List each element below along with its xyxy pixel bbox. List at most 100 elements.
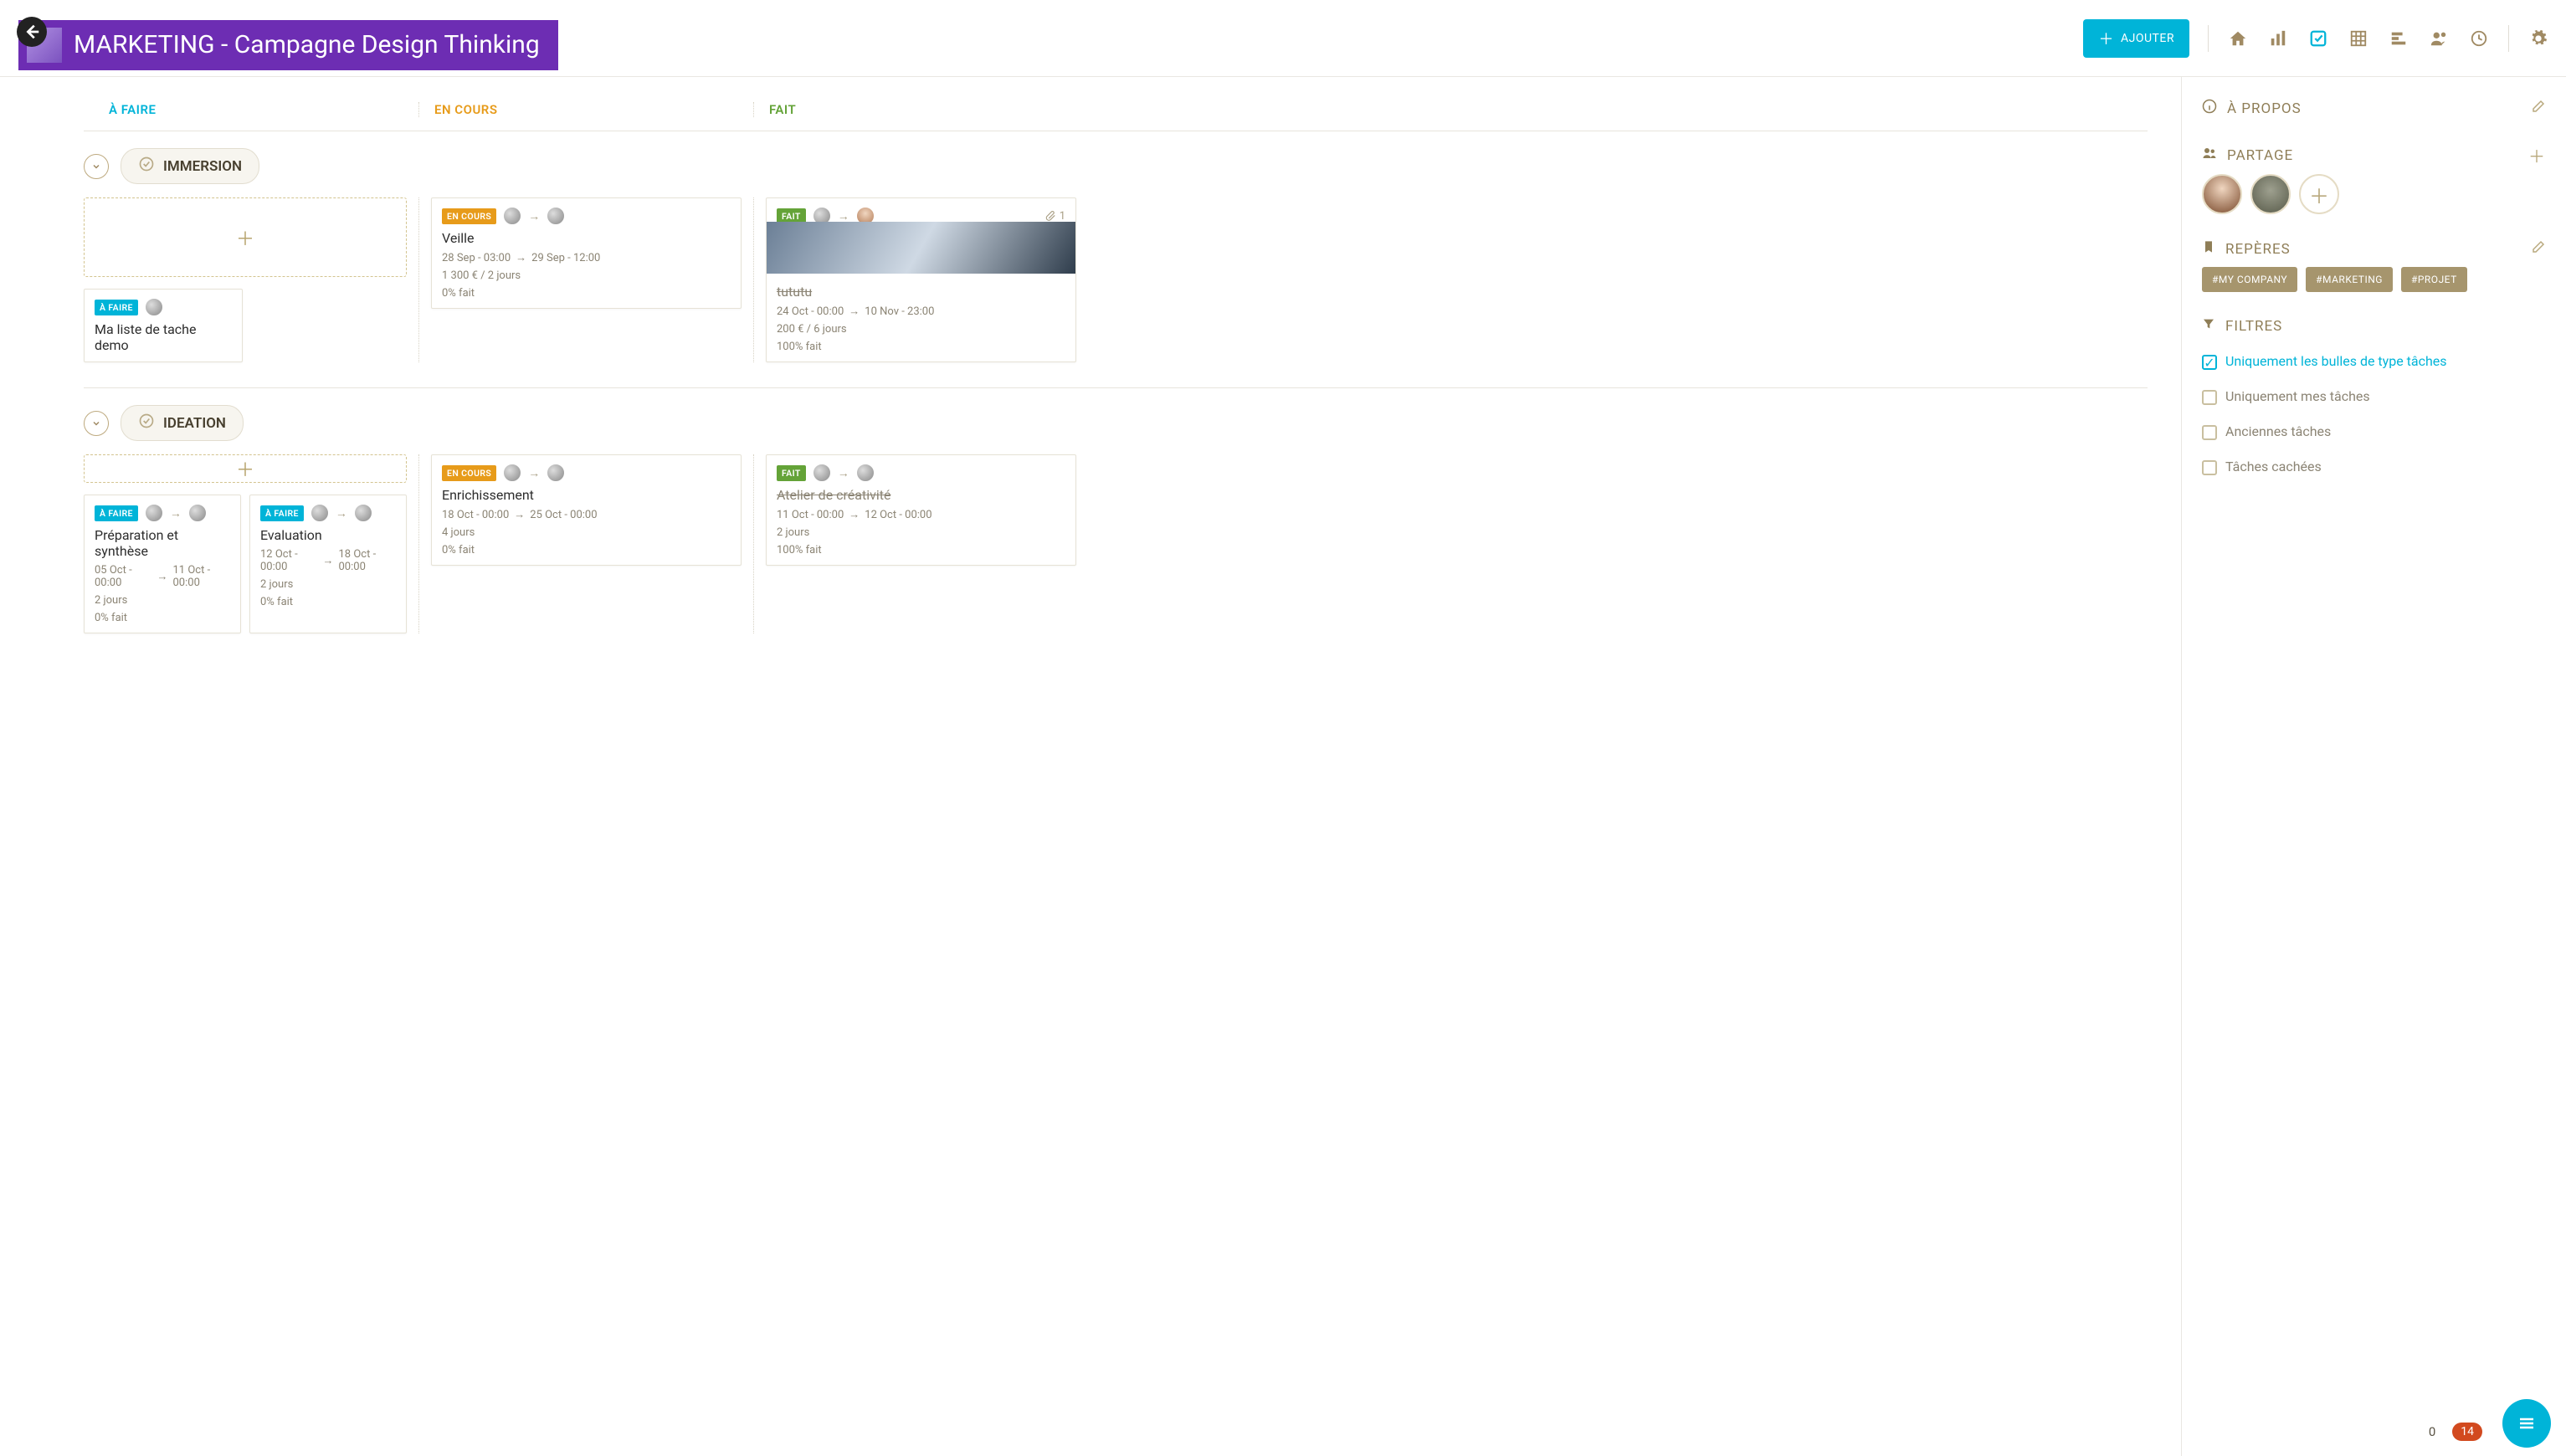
avatar — [503, 207, 521, 225]
shared-user-avatar[interactable] — [2250, 174, 2291, 214]
checkbox-icon — [2202, 390, 2217, 405]
filter-option[interactable]: Anciennes tâches — [2202, 423, 2546, 440]
card-row: À FAIRE → Préparation et synthèse 05 Oct… — [84, 495, 407, 633]
card-duration: 2 jours — [777, 526, 1065, 539]
section-share: PARTAGE ＋ ＋ — [2202, 143, 2546, 214]
avatar — [188, 504, 207, 522]
info-icon — [2202, 99, 2217, 118]
add-button[interactable]: ＋ AJOUTER — [2083, 19, 2189, 58]
people-icon — [2202, 146, 2217, 165]
stats-icon[interactable] — [2267, 28, 2289, 49]
attachment-count: 1 — [1060, 210, 1065, 223]
filter-option[interactable]: Tâches cachées — [2202, 459, 2546, 475]
checkbox-icon: ✓ — [2202, 355, 2217, 370]
task-card[interactable]: FAIT → 1 tututu 24 Oct - 00: — [766, 197, 1076, 362]
timeline-icon[interactable] — [2468, 28, 2490, 49]
lane-col-doing: EN COURS → Enrichissement 18 Oct - 00:00… — [418, 454, 753, 633]
card-header: À FAIRE → — [95, 504, 230, 522]
task-card[interactable]: EN COURS → Enrichissement 18 Oct - 00:00… — [431, 454, 742, 566]
add-share-button[interactable]: ＋ — [2299, 174, 2339, 214]
status-badge: À FAIRE — [260, 505, 304, 521]
swimlane-immersion: IMMERSION ＋ À FAIRE Ma liste de tache de… — [84, 131, 2148, 388]
content: À FAIRE EN COURS FAIT IMMERSION — [0, 77, 2566, 1456]
column-header-todo[interactable]: À FAIRE — [84, 102, 418, 117]
add-card-button[interactable]: ＋ — [84, 454, 407, 483]
gantt-icon[interactable] — [2388, 28, 2409, 49]
edit-icon[interactable] — [2531, 99, 2546, 118]
avatar — [503, 464, 521, 482]
tasks-icon[interactable] — [2307, 28, 2329, 49]
lane-col-done: FAIT → Atelier de créativité 11 Oct - 00… — [753, 454, 1088, 633]
card-progress: 0% fait — [95, 612, 230, 624]
card-title: Ma liste de tache demo — [95, 321, 232, 353]
filter-option[interactable]: ✓ Uniquement les bulles de type tâches — [2202, 353, 2546, 370]
project-banner[interactable]: MARKETING - Campagne Design Thinking — [18, 20, 558, 70]
add-share-icon[interactable]: ＋ — [2528, 143, 2546, 167]
project-title: MARKETING - Campagne Design Thinking — [74, 30, 540, 59]
arrow-right-icon: → — [170, 506, 182, 520]
tag[interactable]: #MARKETING — [2306, 267, 2393, 292]
gear-icon[interactable] — [2528, 28, 2549, 49]
lane-pill[interactable]: IDEATION — [121, 405, 244, 441]
lane-name: IDEATION — [163, 415, 226, 432]
card-title: Atelier de créativité — [777, 487, 1065, 503]
arrow-right-icon: → — [838, 466, 849, 480]
avatar — [310, 504, 329, 522]
arrow-right-icon: → — [157, 570, 168, 583]
date-to: 11 Oct - 00:00 — [173, 564, 231, 589]
home-icon[interactable] — [2227, 28, 2249, 49]
card-dates: 18 Oct - 00:00 → 25 Oct - 00:00 — [442, 508, 731, 521]
notification-badge[interactable]: 14 — [2452, 1423, 2482, 1441]
lane-pill[interactable]: IMMERSION — [121, 148, 259, 184]
people-icon[interactable] — [2428, 28, 2450, 49]
filter-option[interactable]: Uniquement mes tâches — [2202, 388, 2546, 405]
arrow-right-icon: → — [323, 554, 334, 567]
task-card[interactable]: EN COURS → Veille 28 Sep - 03:00 → 29 Se… — [431, 197, 742, 309]
check-circle-icon — [138, 413, 155, 433]
section-title: FILTRES — [2225, 318, 2282, 335]
task-card[interactable]: FAIT → Atelier de créativité 11 Oct - 00… — [766, 454, 1076, 566]
tag[interactable]: #MY COMPANY — [2202, 267, 2297, 292]
share-avatars: ＋ — [2202, 174, 2546, 214]
fab-menu-button[interactable] — [2502, 1399, 2551, 1448]
lane-name: IMMERSION — [163, 158, 242, 175]
add-card-button[interactable]: ＋ — [84, 197, 407, 277]
card-progress: 0% fait — [260, 596, 396, 608]
edit-icon[interactable] — [2531, 239, 2546, 259]
back-button[interactable] — [17, 17, 47, 47]
header-actions: ＋ AJOUTER — [2083, 19, 2549, 58]
swimlane-ideation: IDEATION ＋ À FAIRE → — [84, 388, 2148, 659]
column-header-doing[interactable]: EN COURS — [418, 102, 753, 117]
section-about: À PROPOS — [2202, 99, 2546, 118]
status-badge: À FAIRE — [95, 505, 138, 521]
card-duration: 2 jours — [95, 594, 230, 607]
tag[interactable]: #PROJET — [2401, 267, 2467, 292]
status-badge: FAIT — [777, 465, 806, 481]
filter-label: Tâches cachées — [2225, 459, 2322, 474]
date-to: 12 Oct - 00:00 — [865, 509, 931, 521]
task-card[interactable]: À FAIRE → Préparation et synthèse 05 Oct… — [84, 495, 241, 633]
section-header: PARTAGE ＋ — [2202, 143, 2546, 167]
filter-label: Uniquement mes tâches — [2225, 388, 2370, 404]
grid-icon[interactable] — [2348, 28, 2369, 49]
section-title: PARTAGE — [2227, 147, 2293, 164]
lane-collapse-button[interactable] — [84, 411, 109, 436]
card-header: À FAIRE — [95, 298, 232, 316]
status-badge: EN COURS — [442, 208, 496, 224]
tags-list: #MY COMPANY #MARKETING #PROJET — [2202, 267, 2546, 292]
section-filters: FILTRES ✓ Uniquement les bulles de type … — [2202, 317, 2546, 475]
date-to: 10 Nov - 23:00 — [865, 305, 934, 318]
task-card[interactable]: À FAIRE Ma liste de tache demo — [84, 289, 243, 362]
add-button-label: AJOUTER — [2121, 32, 2174, 45]
card-title: Enrichissement — [442, 487, 731, 503]
column-header-done[interactable]: FAIT — [753, 102, 1088, 117]
right-panel: À PROPOS PARTAGE ＋ ＋ — [2181, 77, 2566, 1456]
section-header: REPÈRES — [2202, 239, 2546, 259]
lane-col-done: FAIT → 1 tututu 24 Oct - 00: — [753, 197, 1088, 362]
shared-user-avatar[interactable] — [2202, 174, 2242, 214]
lane-collapse-button[interactable] — [84, 154, 109, 179]
task-card[interactable]: À FAIRE → Evaluation 12 Oct - 00:00 → 18… — [249, 495, 407, 633]
section-header: FILTRES — [2202, 317, 2546, 335]
card-image — [767, 222, 1075, 274]
lane-header: IDEATION — [84, 405, 2148, 441]
